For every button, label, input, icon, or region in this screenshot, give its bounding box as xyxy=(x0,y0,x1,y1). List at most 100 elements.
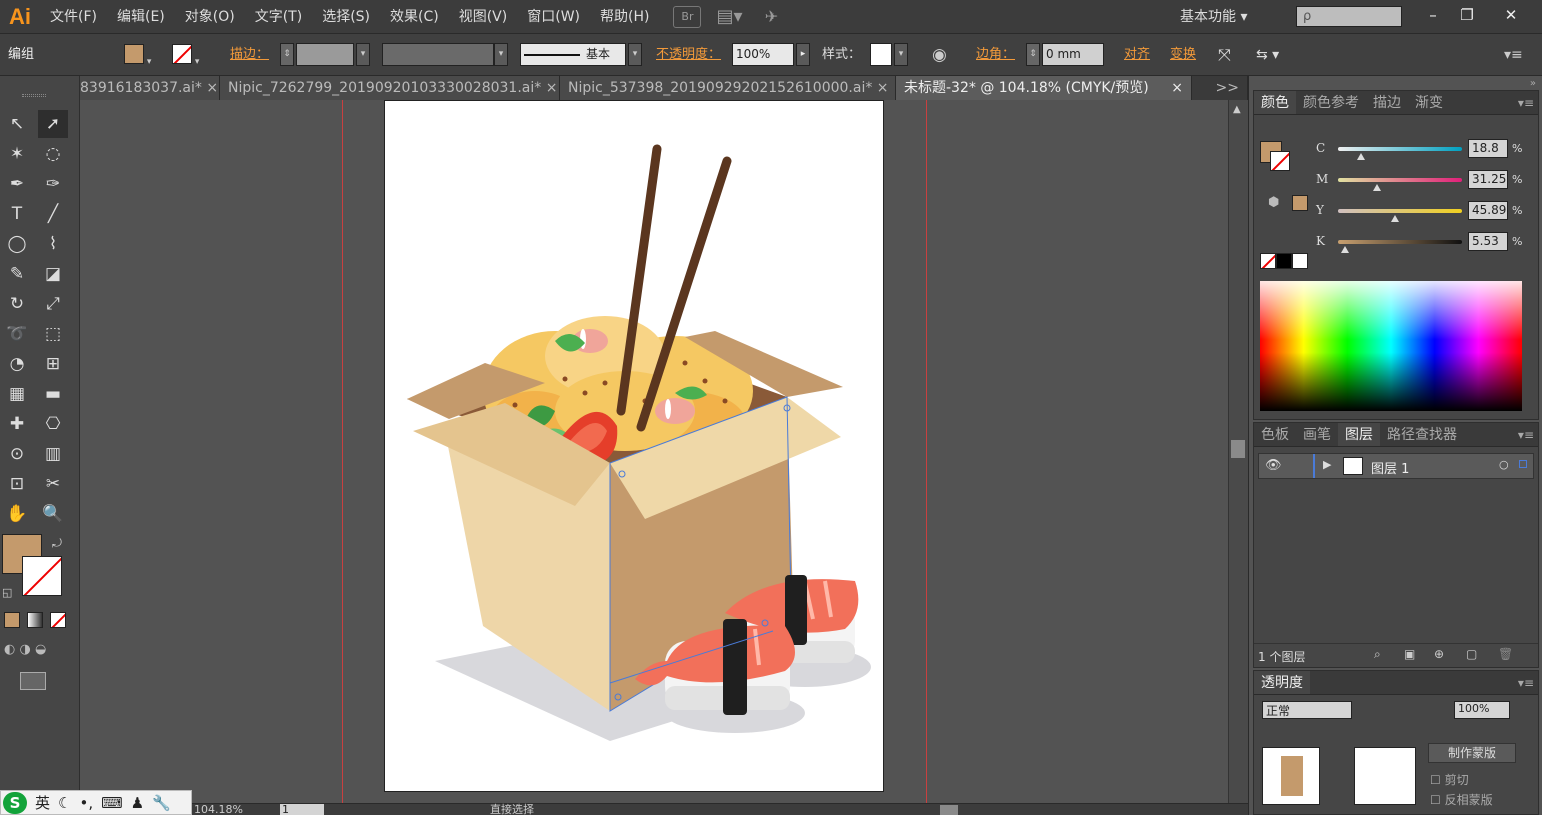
tab-document-2[interactable]: Nipic_7262799_20190920103330028031.ai* × xyxy=(220,76,560,100)
channel-slider[interactable] xyxy=(1338,147,1462,151)
scale-icon[interactable]: ⤢ xyxy=(38,290,68,318)
transparency-opacity-input[interactable]: 100% xyxy=(1454,701,1510,719)
expand-layer-icon[interactable]: ▶ xyxy=(1323,458,1331,471)
column-graph-icon[interactable]: ▥ xyxy=(38,440,68,468)
none-swatch[interactable] xyxy=(1260,253,1276,269)
perspective-icon[interactable]: ⊞ xyxy=(38,350,68,378)
transparency-panel-menu-icon[interactable]: ▾≡ xyxy=(1518,671,1538,694)
layers-panel-menu-icon[interactable]: ▾≡ xyxy=(1518,423,1538,446)
tab-close-icon[interactable]: × xyxy=(877,80,889,96)
corner-label[interactable]: 边角： xyxy=(976,44,1015,66)
recolor-artwork-icon[interactable]: ◉ xyxy=(932,44,947,66)
vertical-scrollbar[interactable]: ▲ xyxy=(1228,100,1248,803)
bridge-icon[interactable]: Br xyxy=(673,5,702,28)
tab-overflow-button[interactable]: >> xyxy=(1192,76,1248,100)
transform-link[interactable]: 变换 xyxy=(1170,44,1196,66)
free-transform-icon[interactable]: ⬚ xyxy=(38,320,68,348)
align-link[interactable]: 对齐 xyxy=(1124,44,1150,66)
stroke-color-box[interactable] xyxy=(1270,151,1290,171)
magic-wand-icon[interactable]: ✶ xyxy=(2,140,32,168)
ellipse-icon[interactable]: ◯ xyxy=(2,230,32,258)
ime-language[interactable]: 英 xyxy=(35,792,50,813)
artboard[interactable] xyxy=(384,100,884,792)
slider-thumb[interactable] xyxy=(1390,215,1399,222)
blend-icon[interactable]: ⎔ xyxy=(38,410,68,438)
swap-fill-stroke-icon[interactable]: ⤾ xyxy=(52,536,62,551)
menu-view[interactable]: 视图(V) xyxy=(449,0,518,34)
brush-dropdown[interactable]: ▾ xyxy=(628,43,642,66)
direct-selection-icon[interactable]: ➚ xyxy=(38,110,68,138)
menu-effect[interactable]: 效果(C) xyxy=(380,0,449,34)
out-of-gamut-icon[interactable]: ⬢ xyxy=(1268,195,1279,210)
stroke-swatch[interactable]: ▾ xyxy=(172,44,199,67)
layer-row[interactable]: 👁 ▶ 图层 1 ○ xyxy=(1258,453,1534,479)
stroke-weight-stepper[interactable]: ⇕ xyxy=(280,43,294,66)
slider-thumb[interactable] xyxy=(1372,184,1381,191)
stroke-color-box[interactable] xyxy=(22,556,62,596)
fill-swatch[interactable]: ▾ xyxy=(124,44,151,67)
stroke-weight-input[interactable] xyxy=(296,43,354,66)
menu-file[interactable]: 文件(F) xyxy=(40,0,107,34)
target-circle-icon[interactable]: ○ xyxy=(1499,458,1509,471)
rotate-icon[interactable]: ↻ xyxy=(2,290,32,318)
artboard-number[interactable]: 1 xyxy=(280,804,324,815)
opacity-dropdown[interactable]: ▸ xyxy=(796,43,810,66)
tab-pathfinder[interactable]: 路径查找器 xyxy=(1380,423,1464,446)
tab-layers[interactable]: 图层 xyxy=(1338,423,1380,446)
graphic-style-swatch[interactable] xyxy=(870,43,892,66)
channel-value-input[interactable]: 45.89 xyxy=(1468,201,1508,220)
channel-value-input[interactable]: 5.53 xyxy=(1468,232,1508,251)
pencil-icon[interactable]: ✎ xyxy=(2,260,32,288)
mesh-icon[interactable]: ▦ xyxy=(2,380,32,408)
menu-object[interactable]: 对象(O) xyxy=(175,0,245,34)
workspace-switcher[interactable]: 基本功能 ▾ xyxy=(1180,6,1247,26)
black-swatch[interactable] xyxy=(1276,253,1292,269)
user-icon[interactable]: ♟ xyxy=(131,794,144,812)
make-mask-button[interactable]: 制作蒙版 xyxy=(1428,743,1516,763)
white-swatch[interactable] xyxy=(1292,253,1308,269)
slider-thumb[interactable] xyxy=(1357,153,1366,160)
blend-mode-select[interactable]: 正常 xyxy=(1262,701,1352,719)
locate-object-icon[interactable]: ⌕ xyxy=(1374,647,1381,662)
warp-icon[interactable]: ➰ xyxy=(2,320,32,348)
settings-wrench-icon[interactable]: 🔧 xyxy=(152,794,171,812)
menu-select[interactable]: 选择(S) xyxy=(312,0,380,34)
layer-name[interactable]: 图层 1 xyxy=(1371,458,1409,477)
visibility-eye-icon[interactable]: 👁 xyxy=(1265,458,1282,473)
tab-document-3[interactable]: Nipic_537398_20190929202152610000.ai* × xyxy=(560,76,896,100)
sogou-logo-icon[interactable]: S xyxy=(3,791,27,814)
tab-color-guide[interactable]: 颜色参考 xyxy=(1296,91,1366,114)
clipping-mask-icon[interactable]: ▣ xyxy=(1404,647,1415,661)
restore-button[interactable]: ❐ xyxy=(1450,3,1484,27)
color-panel-menu-icon[interactable]: ▾≡ xyxy=(1518,91,1538,114)
curvature-icon[interactable]: ✑ xyxy=(38,170,68,198)
style-dropdown[interactable]: ▾ xyxy=(894,43,908,66)
close-button[interactable]: ✕ xyxy=(1494,3,1528,27)
tab-color[interactable]: 颜色 xyxy=(1254,91,1296,114)
menu-help[interactable]: 帮助(H) xyxy=(590,0,659,34)
eraser-icon[interactable]: ◪ xyxy=(38,260,68,288)
clip-checkbox[interactable]: ☐ 剪切 xyxy=(1430,771,1469,788)
scroll-up-icon[interactable]: ▲ xyxy=(1233,104,1241,115)
tab-document-active[interactable]: 未标题-32* @ 104.18% (CMYK/预览) × xyxy=(896,76,1192,100)
search-input[interactable]: ρ xyxy=(1296,6,1402,27)
channel-slider[interactable] xyxy=(1338,209,1462,213)
delete-layer-icon[interactable]: 🗑 xyxy=(1498,647,1513,661)
collapse-panels-icon[interactable]: » xyxy=(1530,78,1536,89)
lasso-icon[interactable]: ◌ xyxy=(38,140,68,168)
channel-value-input[interactable]: 31.25 xyxy=(1468,170,1508,189)
tab-transparency[interactable]: 透明度 xyxy=(1254,671,1310,694)
variable-width-profile[interactable] xyxy=(382,43,494,66)
tab-stroke[interactable]: 描边 xyxy=(1366,91,1408,114)
corner-radius-input[interactable]: 0 mm xyxy=(1042,43,1104,66)
selection-square-icon[interactable] xyxy=(1519,460,1527,468)
new-layer-icon[interactable]: ▢ xyxy=(1466,647,1477,661)
artboard-icon[interactable]: ⊡ xyxy=(2,470,32,498)
brush-definition[interactable]: 基本 xyxy=(520,43,626,66)
type-icon[interactable]: T xyxy=(2,200,32,228)
gradient-mode-icon[interactable] xyxy=(27,612,43,628)
brush-icon[interactable]: ⌇ xyxy=(38,230,68,258)
new-sublayer-icon[interactable]: ⊕ xyxy=(1434,647,1444,661)
punctuation-icon[interactable]: •, xyxy=(79,794,93,812)
color-spectrum[interactable] xyxy=(1260,281,1522,411)
